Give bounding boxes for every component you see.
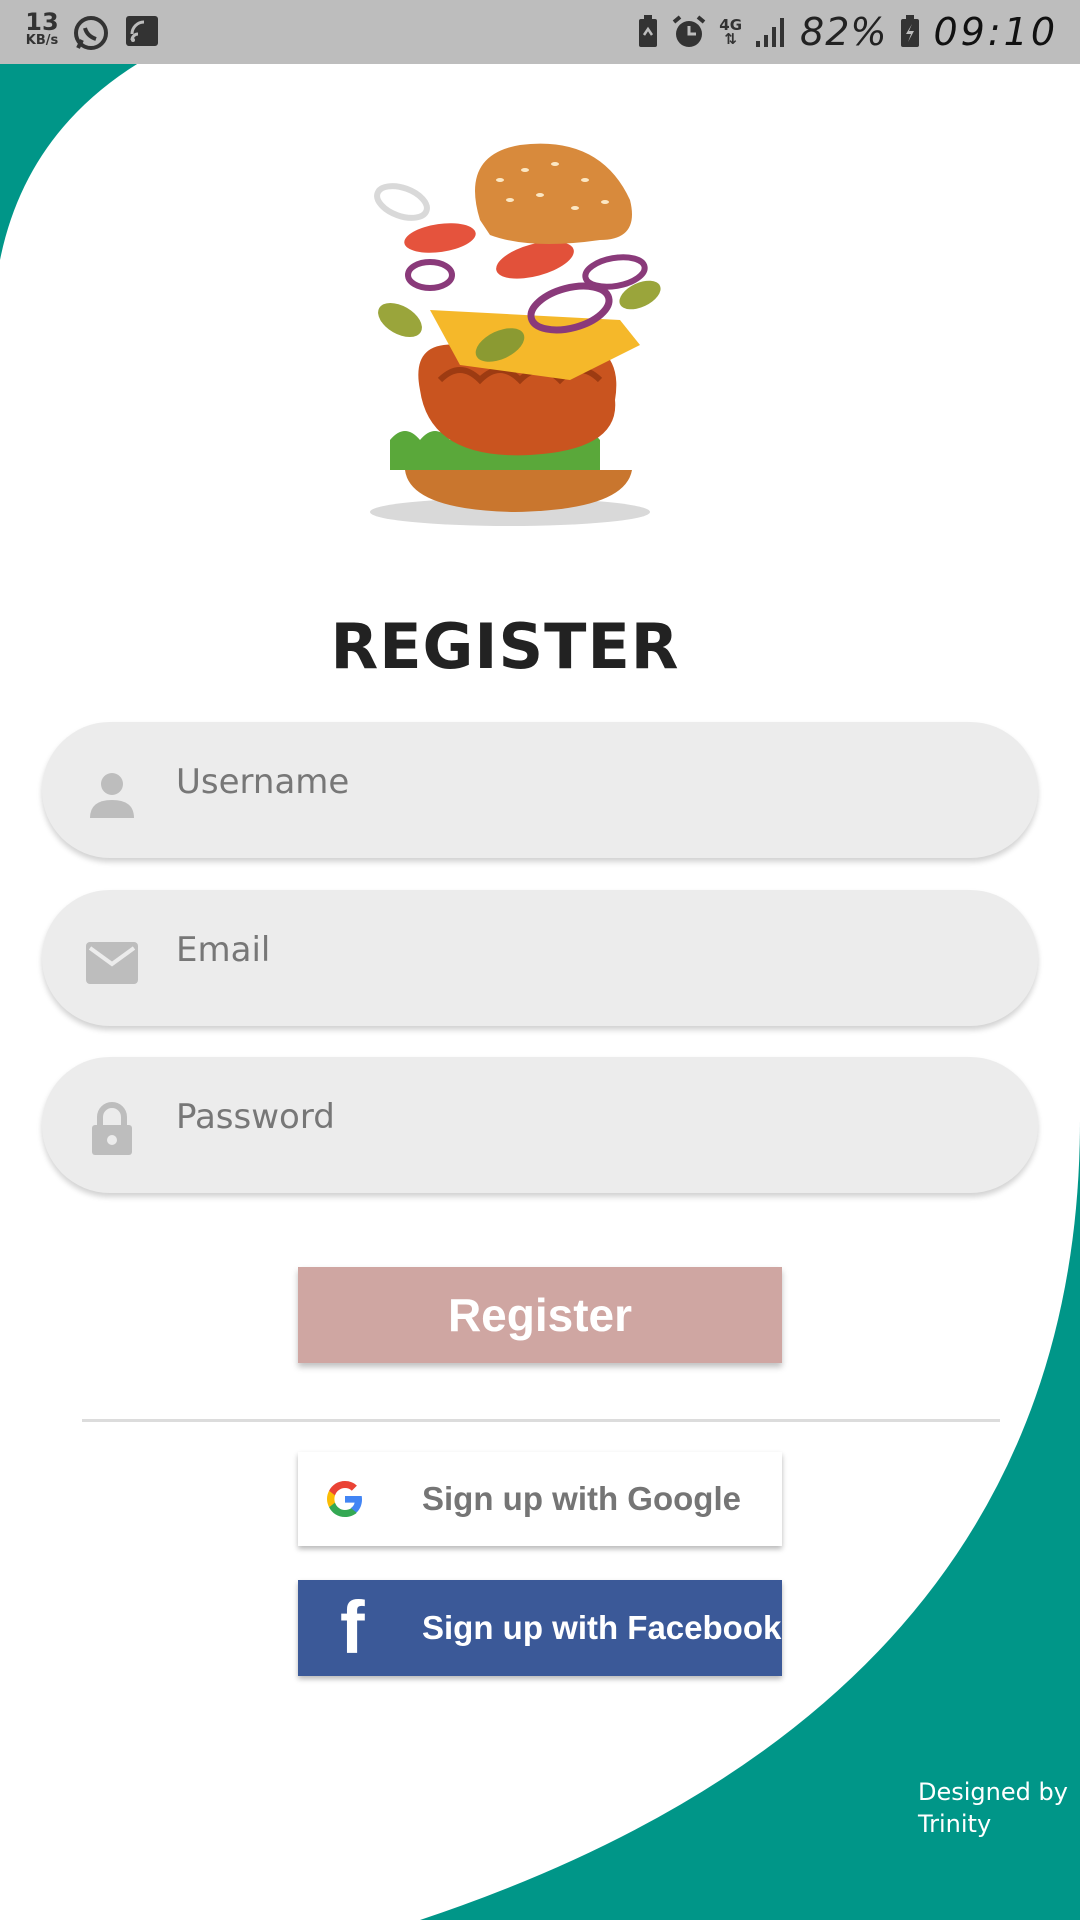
network-4g-icon: 4G ⇅ (719, 16, 743, 48)
email-field[interactable]: Email (42, 890, 1038, 1026)
google-signup-label: Sign up with Google (422, 1480, 741, 1517)
facebook-signup-label: Sign up with Facebook (422, 1609, 782, 1646)
network-speed-value: 13 (25, 8, 59, 36)
page-title: REGISTER (330, 610, 680, 683)
network-type-label: 4G (719, 16, 743, 34)
cast-icon (126, 16, 158, 46)
network-speed-unit: KB/s (25, 33, 59, 48)
battery-charging-icon (901, 15, 920, 47)
username-field[interactable]: Username (42, 722, 1038, 858)
credit-line-2: Trinity (918, 1810, 992, 1838)
battery-saver-icon (639, 15, 658, 47)
facebook-signup-button[interactable]: f Sign up with Facebook (298, 1580, 782, 1676)
status-bar: 13 KB/s 4G ⇅ 82% 09:10 (0, 0, 1080, 64)
lock-icon (92, 1102, 132, 1155)
register-screen: REGISTER Username Email Password Registe… (0, 0, 1080, 1920)
battery-percent: 82% (800, 10, 888, 54)
email-placeholder: Email (176, 930, 271, 970)
credit-line-1: Designed by (918, 1778, 1068, 1806)
google-icon (327, 1481, 362, 1517)
designer-credit: Designed by Trinity (918, 1776, 1068, 1840)
password-field[interactable]: Password (42, 1057, 1038, 1193)
google-signup-button[interactable]: Sign up with Google (298, 1452, 782, 1546)
password-placeholder: Password (176, 1097, 335, 1137)
envelope-icon (86, 942, 138, 984)
divider (82, 1419, 1000, 1422)
whatsapp-icon (74, 16, 108, 50)
burger-logo (370, 143, 661, 526)
clock-time: 09:10 (933, 10, 1058, 54)
facebook-icon: f (340, 1586, 365, 1669)
username-placeholder: Username (176, 762, 350, 802)
person-icon (90, 773, 134, 818)
alarm-icon (672, 15, 706, 47)
signal-icon (756, 18, 785, 47)
network-speed: 13 KB/s (22, 10, 62, 47)
register-button[interactable]: Register (298, 1267, 782, 1363)
